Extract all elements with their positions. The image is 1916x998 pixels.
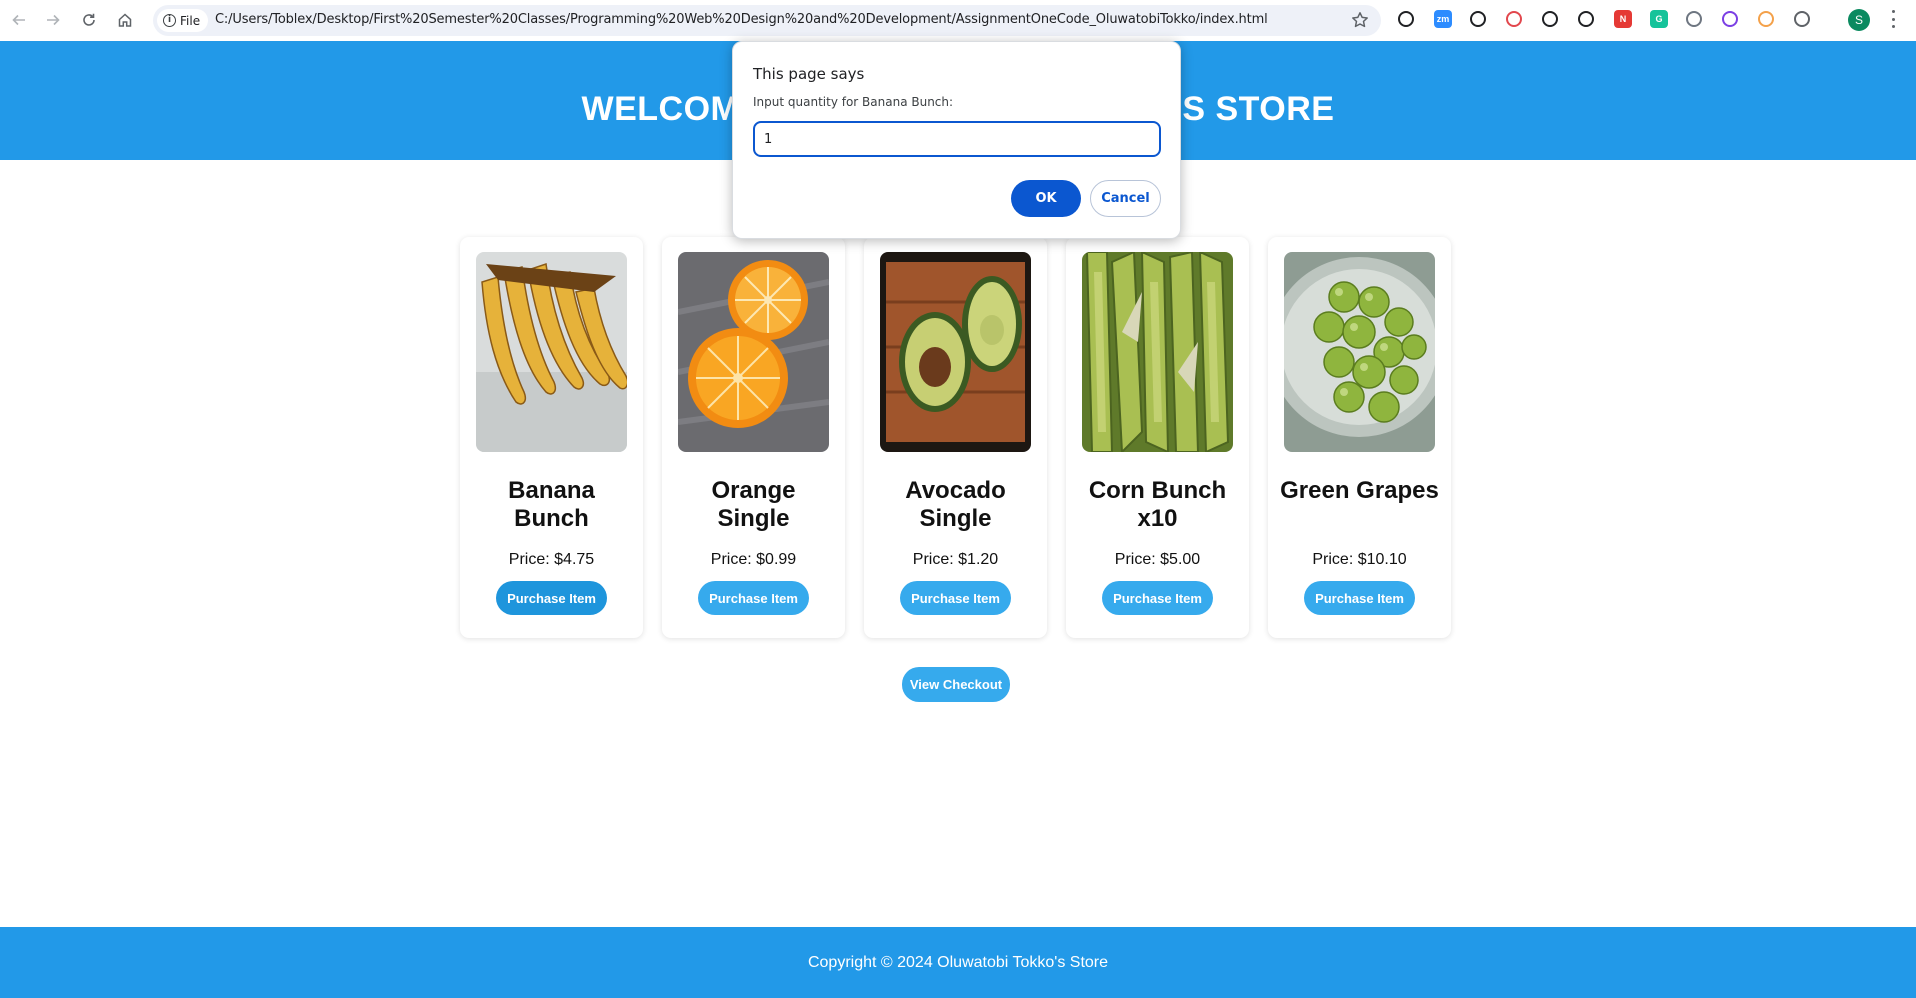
product-price: Price: $4.75	[508, 551, 595, 568]
purchase-item-button[interactable]: Purchase Item	[496, 581, 607, 615]
purchase-item-button[interactable]: Purchase Item	[698, 581, 809, 615]
profile-avatar[interactable]: S	[1848, 9, 1870, 31]
puzzle-extensions-icon[interactable]	[1794, 11, 1810, 27]
gift-extension-icon[interactable]	[1470, 11, 1486, 27]
shield-extension-icon[interactable]	[1506, 11, 1522, 27]
zoom-extension-icon[interactable]: zm	[1434, 10, 1452, 28]
back-arrow-icon[interactable]	[8, 9, 30, 31]
bookmark-star-icon[interactable]	[1351, 11, 1369, 29]
dialog-title: This page says	[753, 65, 865, 83]
avocado-photo	[880, 252, 1031, 452]
grammarly-extension-icon[interactable]: G	[1650, 10, 1668, 28]
purchase-item-button[interactable]: Purchase Item	[1304, 581, 1415, 615]
product-price: Price: $5.00	[1114, 551, 1201, 568]
address-bar[interactable]: i File C:/Users/Toblex/Desktop/First%20S…	[153, 5, 1381, 36]
product-card: Avocado Single Price: $1.20 Purchase Ite…	[864, 237, 1047, 638]
product-card: Orange Single Price: $0.99 Purchase Item	[662, 237, 845, 638]
sync-extension-icon[interactable]	[1542, 11, 1558, 27]
purchase-item-button[interactable]: Purchase Item	[900, 581, 1011, 615]
cancel-button[interactable]: Cancel	[1090, 180, 1161, 217]
github-extension-icon[interactable]	[1686, 11, 1702, 27]
circle-extension-icon[interactable]	[1722, 11, 1738, 27]
forward-arrow-icon[interactable]	[42, 9, 64, 31]
product-card: Green Grapes Price: $10.10 Purchase Item	[1268, 237, 1451, 638]
product-price: Price: $1.20	[912, 551, 999, 568]
site-info-chip[interactable]: i File	[157, 9, 209, 32]
product-price: Price: $10.10	[1312, 551, 1407, 568]
dialog-message: Input quantity for Banana Bunch:	[753, 95, 954, 109]
copyright-text: Copyright © 2024 Oluwatobi Tokko's Store	[807, 953, 1109, 971]
home-icon[interactable]	[114, 9, 136, 31]
browser-menu-icon[interactable]	[1890, 10, 1896, 28]
info-icon: i	[163, 14, 176, 27]
orange-extension-icon[interactable]	[1758, 11, 1774, 27]
product-name: Corn Bunch x10	[1088, 477, 1227, 532]
n-extension-icon[interactable]: N	[1614, 10, 1632, 28]
ok-button[interactable]: OK	[1011, 180, 1081, 217]
purchase-item-button[interactable]: Purchase Item	[1102, 581, 1213, 615]
product-card: Banana Bunch Price: $4.75 Purchase Item	[460, 237, 643, 638]
ghost-extension-icon[interactable]	[1398, 11, 1414, 27]
product-name: Orange Single	[711, 477, 796, 532]
site-info-label: File	[180, 13, 201, 28]
corn-photo	[1082, 252, 1233, 452]
banana-photo	[476, 252, 627, 452]
reload-icon[interactable]	[78, 9, 100, 31]
quantity-input[interactable]	[753, 121, 1161, 157]
view-checkout-button[interactable]: View Checkout	[902, 667, 1010, 702]
browser-toolbar: i File C:/Users/Toblex/Desktop/First%20S…	[0, 0, 1916, 41]
orange-photo	[678, 252, 829, 452]
product-name: Banana Bunch	[508, 477, 595, 532]
grapes-photo	[1284, 252, 1435, 452]
product-name: Avocado Single	[905, 477, 1006, 532]
site-footer: Copyright © 2024 Oluwatobi Tokko's Store	[0, 927, 1916, 998]
eyedropper-extension-icon[interactable]	[1578, 11, 1594, 27]
prompt-dialog: This page says Input quantity for Banana…	[732, 41, 1181, 239]
product-card: Corn Bunch x10 Price: $5.00 Purchase Ite…	[1066, 237, 1249, 638]
product-grid: Banana Bunch Price: $4.75 Purchase Item	[460, 237, 1451, 638]
product-name: Green Grapes	[1280, 477, 1439, 504]
product-price: Price: $0.99	[710, 551, 797, 568]
url-text[interactable]: C:/Users/Toblex/Desktop/First%20Semester…	[215, 12, 1268, 27]
